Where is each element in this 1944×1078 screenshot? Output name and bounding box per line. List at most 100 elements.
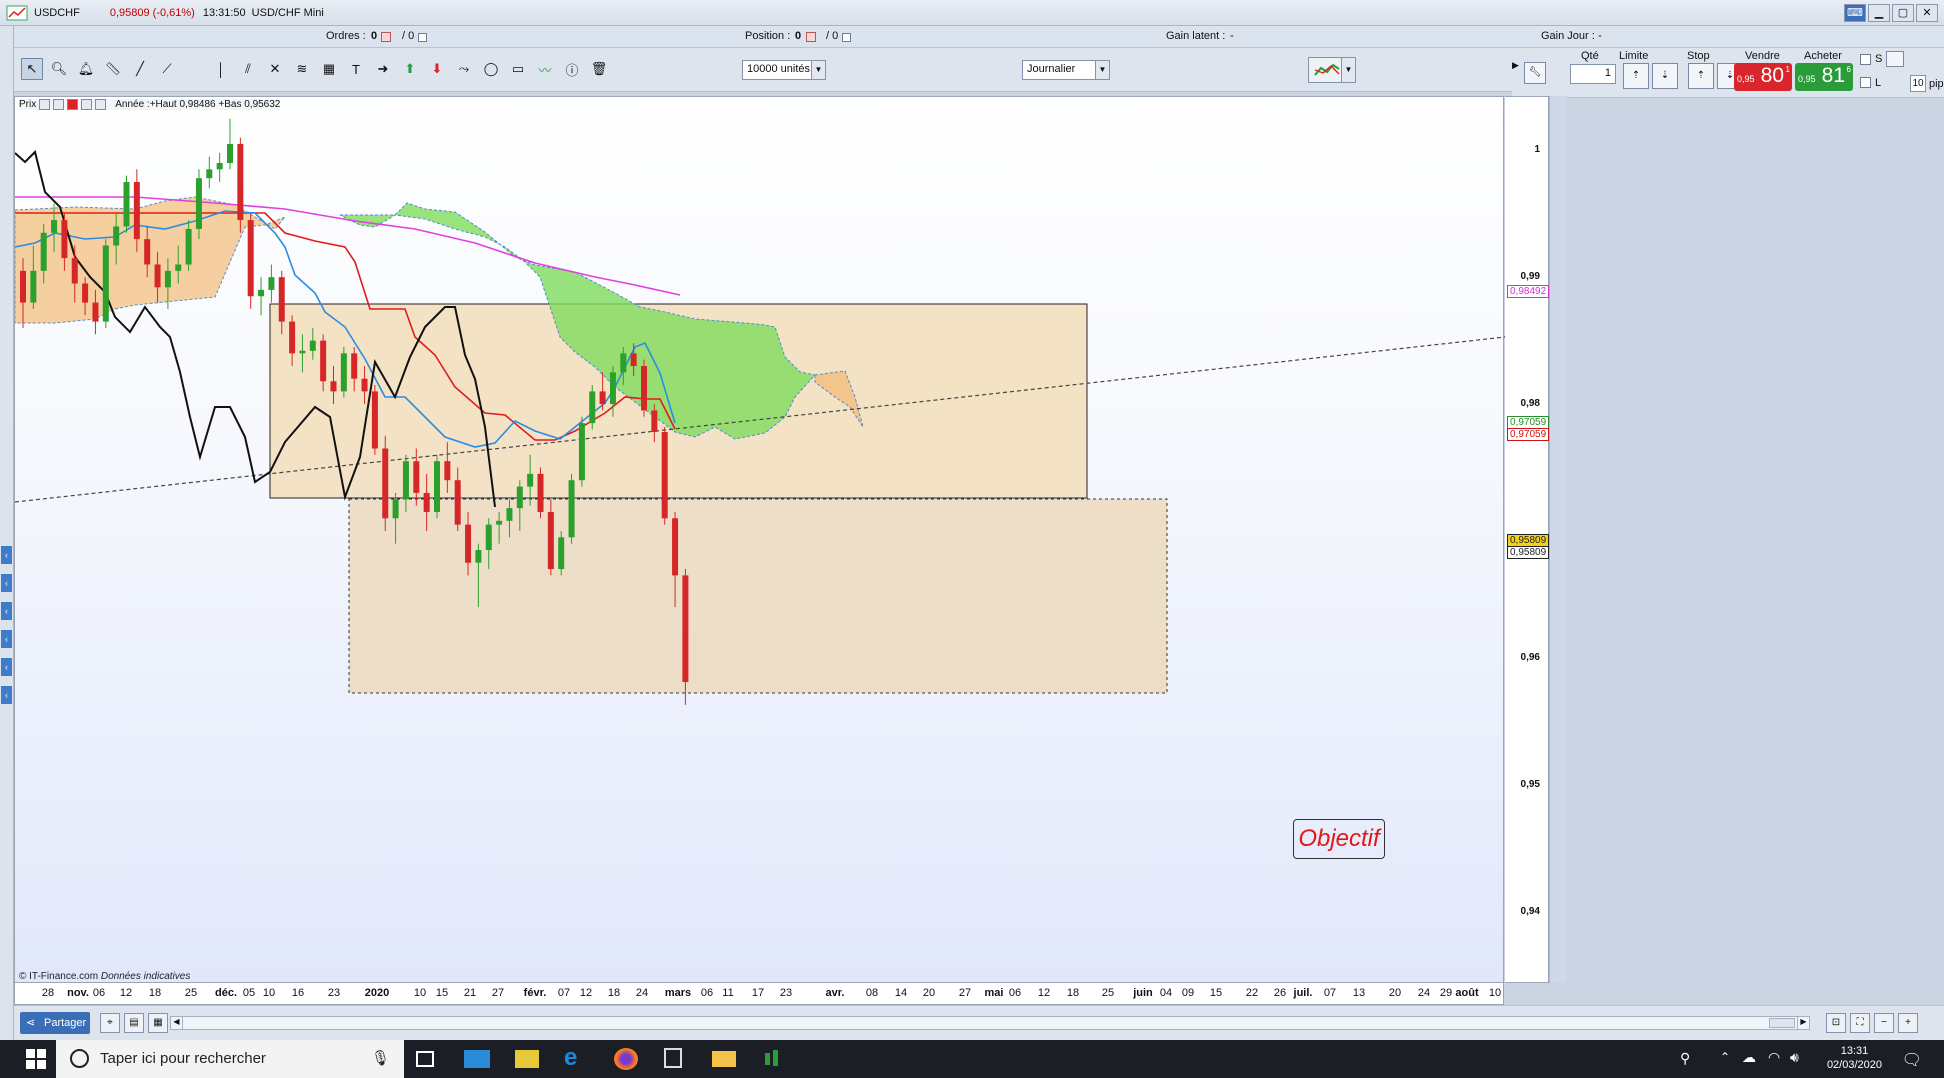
- units-select[interactable]: 10000 unités ▼: [742, 60, 826, 80]
- expand-arrow-icon[interactable]: ‹: [1, 574, 12, 592]
- buy-arrow-tool[interactable]: ⬆: [399, 58, 421, 80]
- lock-icon[interactable]: [95, 99, 107, 110]
- expand-arrow-icon[interactable]: ‹: [1, 602, 12, 620]
- tray-expand-icon[interactable]: ⌃: [1720, 1050, 1730, 1064]
- mail-icon[interactable]: [464, 1050, 490, 1068]
- candle: [609, 372, 616, 405]
- pointer-tool[interactable]: ↖: [21, 58, 43, 80]
- zoom-out-icon[interactable]: −: [1874, 1013, 1894, 1033]
- segment-tool[interactable]: ╱: [129, 58, 151, 80]
- maximize-button[interactable]: ▢: [1892, 4, 1914, 22]
- expand-arrow-icon[interactable]: ‹: [1, 686, 12, 704]
- orders-toggle-icon[interactable]: [418, 33, 427, 42]
- chart-scrollbar[interactable]: ◀ ▶: [170, 1016, 1810, 1030]
- notifications-icon[interactable]: 🗨︎: [1902, 1050, 1922, 1070]
- system-clock[interactable]: 13:31 02/03/2020: [1827, 1044, 1882, 1072]
- share-button[interactable]: ⋖ Partager: [20, 1012, 90, 1034]
- scroll-left-icon[interactable]: ◀: [171, 1017, 183, 1029]
- qty-input[interactable]: 1: [1570, 64, 1616, 84]
- vertical-line-tool[interactable]: │: [210, 58, 232, 80]
- price-axis[interactable]: 1 0,99 0,98 0,96 0,95 0,94 0,98492 0,97059 0,970…: [1505, 96, 1550, 983]
- ellipse-tool[interactable]: ◯: [480, 58, 502, 80]
- expand-arrow-icon[interactable]: ‹: [1, 546, 12, 564]
- limit-buy-button[interactable]: ⇡: [1623, 63, 1649, 89]
- minimize-button[interactable]: ▁: [1868, 4, 1890, 22]
- date-axis[interactable]: 28 nov. 06 12 18 25 déc. 05 10 16 23 2020 10 15 21 27 fé…: [14, 983, 1504, 1005]
- date-tick-label: 07: [1323, 987, 1337, 999]
- store-icon[interactable]: [515, 1050, 539, 1068]
- latent-gain-value: -: [1230, 30, 1234, 42]
- file-explorer-icon[interactable]: [712, 1051, 736, 1067]
- calculator-icon[interactable]: [664, 1048, 682, 1068]
- candle: [216, 162, 223, 170]
- edge-browser-icon[interactable]: e: [564, 1044, 588, 1071]
- chart-type-select[interactable]: ▼: [1308, 57, 1356, 83]
- text-tool[interactable]: T: [345, 58, 367, 80]
- date-tick-label: avr.: [825, 987, 845, 999]
- people-icon[interactable]: ⚲: [1680, 1050, 1690, 1067]
- rectangle-tool[interactable]: ▭: [507, 58, 529, 80]
- fit-icon[interactable]: ⊡: [1826, 1013, 1846, 1033]
- fullscreen-icon[interactable]: ⛶: [1850, 1013, 1870, 1033]
- stop-setting-field[interactable]: [1886, 51, 1904, 67]
- indicator-tool[interactable]: 〰: [534, 58, 556, 80]
- symbol-label[interactable]: USDCHF: [34, 7, 80, 19]
- expand-arrow-icon[interactable]: ‹: [1, 658, 12, 676]
- pips-input[interactable]: 10: [1910, 75, 1926, 92]
- candle: [361, 378, 368, 392]
- stop-checkbox[interactable]: [1860, 54, 1871, 65]
- template-icon[interactable]: ▤: [124, 1013, 144, 1033]
- trading-app-icon[interactable]: [762, 1048, 782, 1070]
- close-icon[interactable]: [67, 99, 79, 110]
- cancel-orders-icon[interactable]: [381, 32, 391, 42]
- firefox-icon[interactable]: [614, 1048, 638, 1070]
- channel-tool[interactable]: ⫽: [237, 58, 259, 80]
- crosshair-icon[interactable]: ⌖: [100, 1013, 120, 1033]
- alert-bell-tool[interactable]: 🔔︎: [75, 58, 97, 80]
- expand-arrow-icon[interactable]: ‹: [1, 630, 12, 648]
- close-button[interactable]: ✕: [1916, 4, 1938, 22]
- taskbar-search-box[interactable]: Taper ici pour rechercher 🎙︎: [56, 1040, 404, 1078]
- close-position-icon[interactable]: [806, 32, 816, 42]
- chart-canvas[interactable]: [15, 97, 1505, 984]
- price-chart[interactable]: Prix Année :+Haut 0,98486 +Bas 0,95632 ©…: [14, 96, 1505, 984]
- cross-tool[interactable]: ✕: [264, 58, 286, 80]
- stop-buy-button[interactable]: ⇡: [1688, 63, 1714, 89]
- windows-start-icon[interactable]: [24, 1048, 48, 1070]
- scroll-thumb[interactable]: [1769, 1018, 1795, 1028]
- line-tool[interactable]: ⟋: [156, 58, 178, 80]
- onedrive-icon[interactable]: ☁: [1742, 1049, 1756, 1066]
- trash-icon[interactable]: 🗑︎: [588, 58, 610, 80]
- task-view-icon[interactable]: [416, 1051, 434, 1067]
- objectif-annotation[interactable]: Objectif: [1293, 819, 1385, 859]
- volume-icon[interactable]: 🔊︎: [1790, 1049, 1799, 1066]
- scroll-right-icon[interactable]: ▶: [1797, 1017, 1809, 1029]
- wifi-icon[interactable]: ◠: [1768, 1049, 1780, 1066]
- orders-value: 0: [371, 30, 378, 42]
- candle: [71, 258, 78, 284]
- arrow-right-tool[interactable]: ➜: [372, 58, 394, 80]
- copy-icon[interactable]: [53, 99, 65, 110]
- sell-arrow-tool[interactable]: ⬇: [426, 58, 448, 80]
- settings-wrench-icon[interactable]: 🔧︎: [1524, 62, 1546, 84]
- position-toggle-icon[interactable]: [842, 33, 851, 42]
- zoom-tool[interactable]: 🔍︎: [48, 58, 70, 80]
- zoom-in-icon[interactable]: +: [1898, 1013, 1918, 1033]
- layout-icon[interactable]: ▦: [148, 1013, 168, 1033]
- help-tool[interactable]: ⓘ: [561, 58, 583, 80]
- fibonacci-tool[interactable]: ≋: [291, 58, 313, 80]
- microphone-icon[interactable]: 🎙︎: [371, 1049, 390, 1067]
- buy-button[interactable]: 0,95 81 6: [1795, 63, 1853, 91]
- sell-button[interactable]: 0,95 80 1: [1734, 63, 1792, 91]
- ruler-tool[interactable]: 📏︎: [102, 58, 124, 80]
- limit-sell-button[interactable]: ⇣: [1652, 63, 1678, 89]
- grid-tool[interactable]: ▦: [318, 58, 340, 80]
- limit-checkbox[interactable]: [1860, 77, 1871, 88]
- panel-collapse-icon[interactable]: ▶: [1512, 60, 1519, 71]
- date-tick-label: 16: [291, 987, 305, 999]
- wrench-icon[interactable]: [39, 99, 51, 110]
- regression-tool[interactable]: ⤳: [453, 58, 475, 80]
- keyboard-icon[interactable]: ⌨: [1844, 4, 1866, 22]
- plus-icon[interactable]: [81, 99, 93, 110]
- period-select[interactable]: Journalier ▼: [1022, 60, 1110, 80]
